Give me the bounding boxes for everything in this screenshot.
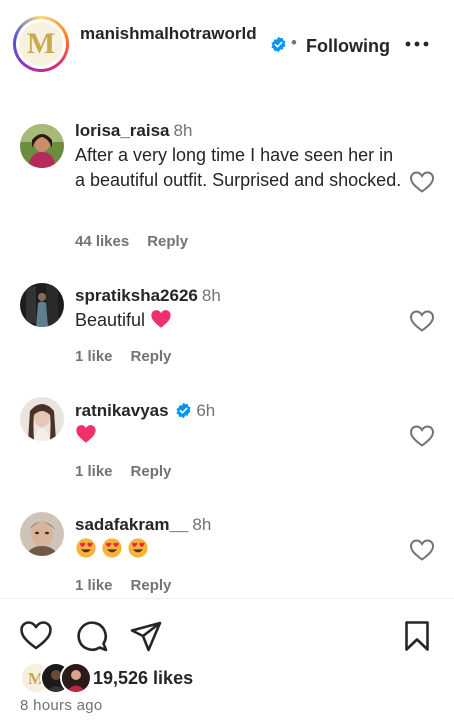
profile-avatar[interactable]: M xyxy=(13,16,69,72)
separator-dot: • xyxy=(291,33,297,52)
comment-likes[interactable]: 44 likes xyxy=(75,233,129,250)
comment-meta: 44 likes Reply xyxy=(75,233,206,250)
liker-avatar xyxy=(60,662,92,694)
post-likes-count[interactable]: 19,526 likes xyxy=(93,668,193,689)
comment-username[interactable]: spratiksha2626 xyxy=(75,286,198,305)
bookmark-icon[interactable] xyxy=(400,619,434,653)
reply-button[interactable]: Reply xyxy=(147,233,188,250)
likes-summary[interactable]: M 19,526 likes xyxy=(20,662,320,694)
verified-badge-icon xyxy=(176,402,191,419)
verified-badge-icon xyxy=(271,36,286,53)
red-heart-emoji-icon xyxy=(151,310,171,328)
comment-username[interactable]: ratnikavyas xyxy=(75,401,169,420)
more-options-icon[interactable] xyxy=(404,34,430,54)
profile-username[interactable]: manishmalhotraworld xyxy=(80,24,264,44)
comment-likes[interactable]: 1 like xyxy=(75,463,113,480)
comment-icon[interactable] xyxy=(75,619,109,653)
comment-likes[interactable]: 1 like xyxy=(75,577,113,594)
comment-username[interactable]: sadafakram__ xyxy=(75,515,188,534)
heart-outline-icon[interactable] xyxy=(409,170,435,194)
like-icon[interactable] xyxy=(19,619,53,653)
comment-meta: 1 like Reply xyxy=(75,348,189,365)
comment-meta: 1 like Reply xyxy=(75,463,189,480)
commenter-avatar[interactable] xyxy=(20,512,64,556)
heart-outline-icon[interactable] xyxy=(409,309,435,333)
comment-username[interactable]: lorisa_raisa xyxy=(75,121,170,140)
comment-time: 6h xyxy=(196,401,216,420)
comment-time: 8h xyxy=(192,515,212,534)
heart-outline-icon[interactable] xyxy=(409,424,435,448)
red-heart-emoji-icon xyxy=(76,425,96,443)
heart-eyes-emoji-icon xyxy=(102,538,122,558)
divider xyxy=(0,598,454,599)
comment-likes[interactable]: 1 like xyxy=(75,348,113,365)
comment-meta: 1 like Reply xyxy=(75,577,189,594)
comment-time: 8h xyxy=(201,286,221,305)
commenter-avatar[interactable] xyxy=(20,283,64,327)
commenter-avatar[interactable] xyxy=(20,124,64,168)
post-timestamp: 8 hours ago xyxy=(20,697,103,714)
comment-text: After a very long time I have seen her i… xyxy=(75,145,402,190)
reply-button[interactable]: Reply xyxy=(131,348,172,365)
following-button[interactable]: Following xyxy=(306,36,390,57)
comment-text: Beautiful xyxy=(75,310,146,330)
commenter-avatar[interactable] xyxy=(20,397,64,441)
share-icon[interactable] xyxy=(129,619,163,653)
heart-eyes-emoji-icon xyxy=(128,538,148,558)
comment-time: 8h xyxy=(173,121,193,140)
reply-button[interactable]: Reply xyxy=(131,463,172,480)
post-header: M manishmalhotraworld • Following xyxy=(0,0,454,92)
brand-logo: M xyxy=(26,27,56,60)
heart-eyes-emoji-icon xyxy=(76,538,96,558)
reply-button[interactable]: Reply xyxy=(131,577,172,594)
heart-outline-icon[interactable] xyxy=(409,538,435,562)
